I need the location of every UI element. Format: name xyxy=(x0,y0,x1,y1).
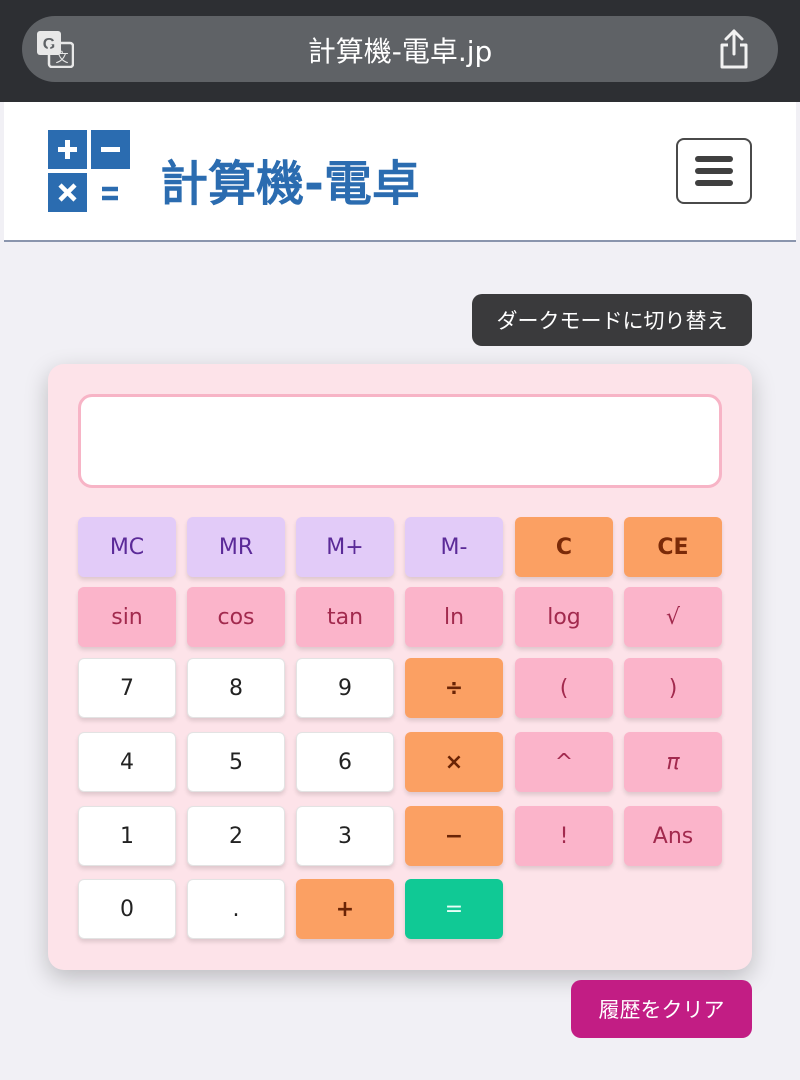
browser-top-bar: G 文 計算機-電卓.jp xyxy=(0,0,800,102)
dark-mode-toggle-button[interactable]: ダークモードに切り替え xyxy=(472,294,752,346)
url-text: 計算機-電卓.jp xyxy=(307,35,493,68)
digit-5-button[interactable]: 5 xyxy=(187,732,285,792)
clear-history-button[interactable]: 履歴をクリア xyxy=(571,980,752,1038)
equals-button[interactable]: = xyxy=(405,879,503,939)
digit-1-button[interactable]: 1 xyxy=(78,806,176,866)
hamburger-menu-button[interactable] xyxy=(676,138,752,204)
log-button[interactable]: log xyxy=(515,587,613,647)
divide-button[interactable]: ÷ xyxy=(405,658,503,718)
calculator-display[interactable] xyxy=(78,394,722,488)
clear-button[interactable]: C xyxy=(515,517,613,577)
calculator-logo-icon[interactable] xyxy=(48,130,130,212)
hamburger-menu-icon-bar xyxy=(695,156,733,162)
site-header: 計算機-電卓 xyxy=(4,102,796,242)
multiply-button[interactable]: × xyxy=(405,732,503,792)
memory-recall-button[interactable]: MR xyxy=(187,517,285,577)
digit-0-button[interactable]: 0 xyxy=(78,879,176,939)
pi-button[interactable]: π xyxy=(624,732,722,792)
digit-6-button[interactable]: 6 xyxy=(296,732,394,792)
hamburger-menu-icon-bar xyxy=(695,180,733,186)
memory-add-button[interactable]: M+ xyxy=(296,517,394,577)
close-paren-button[interactable]: ) xyxy=(624,658,722,718)
digit-2-button[interactable]: 2 xyxy=(187,806,285,866)
answer-button[interactable]: Ans xyxy=(624,806,722,866)
digit-4-button[interactable]: 4 xyxy=(78,732,176,792)
digit-3-button[interactable]: 3 xyxy=(296,806,394,866)
address-bar[interactable]: G 文 計算機-電卓.jp xyxy=(22,16,778,82)
clear-entry-button[interactable]: CE xyxy=(624,517,722,577)
decimal-button[interactable]: . xyxy=(187,879,285,939)
digit-8-button[interactable]: 8 xyxy=(187,658,285,718)
power-button[interactable]: ^ xyxy=(515,732,613,792)
site-title[interactable]: 計算機-電卓 xyxy=(160,144,420,214)
minus-button[interactable]: − xyxy=(405,806,503,866)
digit-7-button[interactable]: 7 xyxy=(78,658,176,718)
digit-9-button[interactable]: 9 xyxy=(296,658,394,718)
ln-button[interactable]: ln xyxy=(405,587,503,647)
calculator: MC MR M+ M- C CE sin cos tan ln log √ 7 8 9 ÷() 4 5 6 × ^ π 1 2… xyxy=(48,364,752,970)
tan-button[interactable]: tan xyxy=(296,587,394,647)
share-icon[interactable] xyxy=(716,28,752,70)
sin-button[interactable]: sin xyxy=(78,587,176,647)
open-paren-button[interactable]: ( xyxy=(515,658,613,718)
memory-subtract-button[interactable]: M- xyxy=(405,517,503,577)
memory-clear-button[interactable]: MC xyxy=(78,517,176,577)
hamburger-menu-icon-bar xyxy=(695,168,733,174)
factorial-button[interactable]: ! xyxy=(515,806,613,866)
cos-button[interactable]: cos xyxy=(187,587,285,647)
plus-button[interactable]: + xyxy=(296,879,394,939)
sqrt-button[interactable]: √ xyxy=(624,587,722,647)
